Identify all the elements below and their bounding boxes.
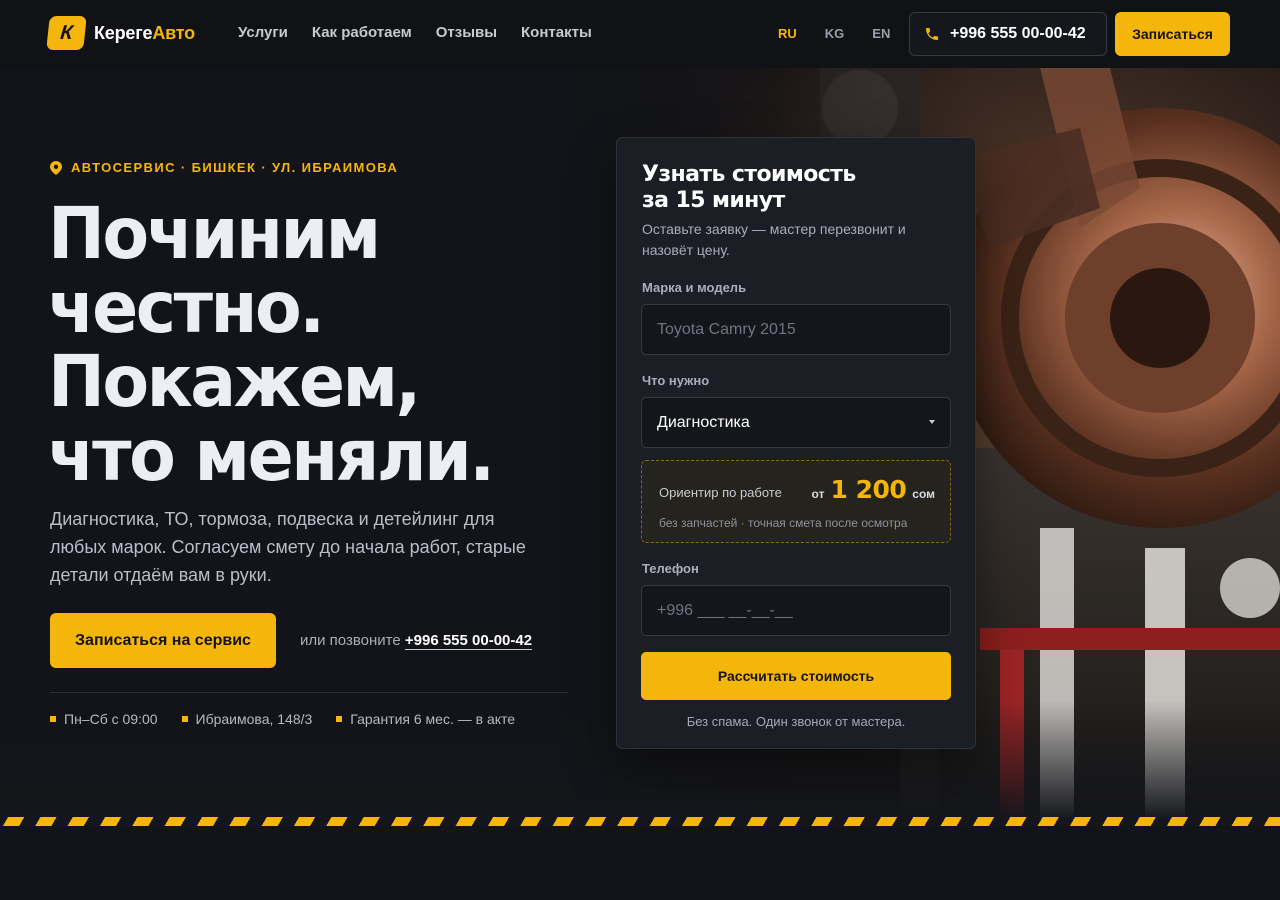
header-signup-button[interactable]: Записаться xyxy=(1115,12,1230,56)
estimate-amount: 1 200 xyxy=(830,475,907,504)
logo-text: КерегеАвто xyxy=(94,23,195,44)
estimate-note: без запчастей · точная смета после осмот… xyxy=(659,516,908,530)
hero-headline: Починим честно. Покажем, что меняли. xyxy=(48,192,608,495)
logo[interactable]: К КерегеАвто xyxy=(46,16,195,50)
fact-warranty-text: Гарантия 6 мес. — в акте xyxy=(350,711,516,727)
hero-divider xyxy=(50,692,568,693)
hero-eyebrow: АВТОСЕРВИС · БИШКЕК · УЛ. ИБРАИМОВА xyxy=(50,160,398,175)
nav-item-services[interactable]: Услуги xyxy=(238,24,288,41)
bullet-icon xyxy=(336,716,343,722)
next-section xyxy=(0,826,1280,900)
service-type-select[interactable]: Диагностика xyxy=(641,397,951,448)
estimate-price: от 1 200 сом xyxy=(812,475,935,504)
headline-line-4: что меняли. xyxy=(48,414,495,498)
headline-line-3: Покажем, xyxy=(48,340,421,424)
nav-item-how-we-work[interactable]: Как работаем xyxy=(312,24,412,41)
fact-address-text: Ибраимова, 148/3 xyxy=(195,711,313,727)
form-title-line-1: Узнать стоимость xyxy=(642,162,856,187)
phone-label: Телефон xyxy=(642,561,699,576)
lang-ru[interactable]: RU xyxy=(778,26,797,41)
bullet-icon xyxy=(50,716,56,722)
logo-name-part2: Авто xyxy=(152,22,195,43)
service-type-value: Диагностика xyxy=(657,413,750,431)
estimate-currency: сом xyxy=(912,487,935,501)
phone-input[interactable] xyxy=(641,585,951,636)
hero-lead: Диагностика, ТО, тормоза, подвеска и дет… xyxy=(50,509,526,585)
logo-mark: К xyxy=(46,16,87,50)
quote-form-card: Узнать стоимость за 15 минут Оставьте за… xyxy=(616,137,976,749)
location-pin-icon xyxy=(50,160,62,175)
hazard-stripe xyxy=(0,817,1280,826)
estimate-label: Ориентир по работе xyxy=(659,485,782,500)
hero-eyebrow-text: АВТОСЕРВИС · БИШКЕК · УЛ. ИБРАИМОВА xyxy=(71,160,399,175)
form-title: Узнать стоимость за 15 минут xyxy=(642,162,942,214)
service-type-label: Что нужно xyxy=(642,373,710,388)
lang-en[interactable]: EN xyxy=(872,26,890,41)
phone-icon xyxy=(926,28,938,40)
language-switcher: RU KG EN xyxy=(778,26,890,41)
hero-facts: Пн–Сб с 09:00 Ибраимова, 148/3 Гарантия … xyxy=(50,711,515,727)
car-model-input[interactable] xyxy=(641,304,951,355)
header-phone-button[interactable]: +996 555 00-00-42 xyxy=(909,12,1107,56)
no-spam-note: Без спама. Один звонок от мастера. xyxy=(686,714,906,729)
header-phone-number: +996 555 00-00-42 xyxy=(950,25,1086,42)
headline-line-1: Починим xyxy=(48,192,381,276)
bullet-icon xyxy=(181,716,188,722)
car-model-label: Марка и модель xyxy=(642,280,747,295)
main-nav: Услуги Как работаем Отзывы Контакты xyxy=(238,24,592,41)
hero-phone-link[interactable]: +996 555 00-00-42 xyxy=(404,632,533,650)
fact-warranty: Гарантия 6 мес. — в акте xyxy=(336,711,515,727)
fact-hours: Пн–Сб с 09:00 xyxy=(50,711,158,727)
chevron-down-icon xyxy=(929,420,935,424)
headline-line-2: честно. xyxy=(48,266,325,350)
estimate-from: от xyxy=(811,487,825,501)
or-call: или позвоните +996 555 00-00-42 xyxy=(300,632,533,650)
site-header: К КерегеАвто Услуги Как работаем Отзывы … xyxy=(0,0,1280,68)
book-service-button[interactable]: Записаться на сервис xyxy=(50,613,276,668)
price-estimate-box: Ориентир по работе от 1 200 сом без запч… xyxy=(641,460,951,543)
lang-kg[interactable]: KG xyxy=(825,26,845,41)
fact-address: Ибраимова, 148/3 xyxy=(181,711,313,727)
fact-hours-text: Пн–Сб с 09:00 xyxy=(64,711,158,727)
nav-item-reviews[interactable]: Отзывы xyxy=(436,24,497,41)
logo-name-part1: Кереге xyxy=(94,22,153,43)
or-call-text: или позвоните xyxy=(300,632,401,649)
nav-item-contacts[interactable]: Контакты xyxy=(521,24,592,41)
form-subtitle: Оставьте заявку — мастер перезвонит и на… xyxy=(642,221,906,258)
form-title-line-2: за 15 минут xyxy=(642,188,785,213)
calculate-price-button[interactable]: Рассчитать стоимость xyxy=(641,652,951,700)
